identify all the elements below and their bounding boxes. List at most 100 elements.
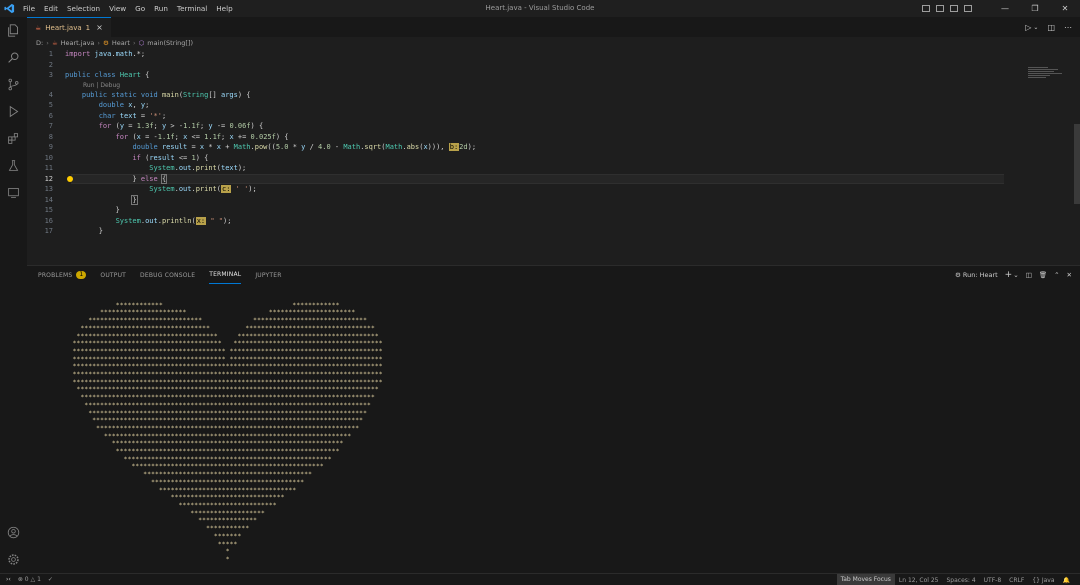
editor-tabs: ☕ Heart.java 1 × ▷ ⌄ ◫ ⋯ xyxy=(27,17,1080,37)
class-icon: ⚙ xyxy=(103,39,109,47)
close-window-button[interactable]: ✕ xyxy=(1050,4,1080,13)
breadcrumb-file[interactable]: Heart.java xyxy=(61,39,95,47)
toggle-panel-icon[interactable] xyxy=(936,5,944,12)
toggle-secondary-sidebar-icon[interactable] xyxy=(950,5,958,12)
explorer-icon[interactable] xyxy=(0,17,27,44)
tab-problem-count: 1 xyxy=(85,23,91,32)
code-line: 2 xyxy=(48,60,53,69)
tab-output[interactable]: OUTPUT xyxy=(100,266,126,284)
tab-label: Heart.java xyxy=(45,23,82,32)
panel-actions: ⚙ Run: Heart + ⌄ ◫ 🗑 ⌃ ✕ xyxy=(955,266,1072,284)
menu-run[interactable]: Run xyxy=(154,4,168,13)
problems-status[interactable]: ⊗ 0 △ 1 xyxy=(18,576,41,583)
tab-debug-console[interactable]: DEBUG CONSOLE xyxy=(140,266,195,284)
vscode-logo-icon xyxy=(0,0,18,17)
tab-terminal[interactable]: TERMINAL xyxy=(209,266,242,284)
tab-close-icon[interactable]: × xyxy=(96,23,103,32)
notifications-bell-icon[interactable]: 🔔 xyxy=(1059,577,1074,584)
breadcrumb: D: › ☕ Heart.java › ⚙ Heart › ⬡ main(String… xyxy=(36,39,194,47)
tab-jupyter[interactable]: JUPYTER xyxy=(255,266,281,284)
split-terminal-icon[interactable]: ◫ xyxy=(1026,271,1032,279)
menu-go[interactable]: Go xyxy=(135,4,145,13)
toggle-sidebar-icon[interactable] xyxy=(922,5,930,12)
menu-file[interactable]: File xyxy=(23,4,35,13)
error-icon: ⊗ xyxy=(17,576,23,583)
code-line: 6 char text = '*'; xyxy=(48,111,167,120)
terminal-output[interactable]: ************ ************ **************… xyxy=(53,294,383,585)
terminal-dropdown-chevron-icon[interactable]: ⌄ xyxy=(1013,271,1018,279)
account-icon[interactable] xyxy=(0,519,27,546)
java-file-icon: ☕ xyxy=(51,39,58,47)
run-java-icon[interactable]: ▷ xyxy=(1025,23,1031,32)
editor-area: ☕ Heart.java 1 × ▷ ⌄ ◫ ⋯ D: › ☕ Heart.jav… xyxy=(27,17,1080,265)
run-debug-icon[interactable] xyxy=(0,98,27,125)
split-editor-icon[interactable]: ◫ xyxy=(1047,23,1055,32)
code-line: 10 if (result <= 1) { xyxy=(44,153,209,162)
kill-terminal-icon[interactable]: 🗑 xyxy=(1039,271,1047,279)
source-control-icon[interactable] xyxy=(0,71,27,98)
search-icon[interactable] xyxy=(0,44,27,71)
extensions-icon[interactable] xyxy=(0,125,27,152)
code-line: 14 } xyxy=(44,194,138,205)
code-line: 1 import java.math.*; xyxy=(48,50,146,58)
code-line: 8 for (x = -1.1f; x <= 1.1f; x += 0.025f… xyxy=(48,132,289,141)
editor-scrollbar[interactable] xyxy=(1074,49,1080,265)
remote-explorer-icon[interactable] xyxy=(0,179,27,206)
problems-badge: 1 xyxy=(76,271,87,279)
code-line: 9 double result = x * x + Math.pow((5.0 … xyxy=(48,143,477,151)
breadcrumb-method[interactable]: main(String[]) xyxy=(147,39,193,47)
code-line: 15 } xyxy=(44,206,120,214)
more-actions-icon[interactable]: ⋯ xyxy=(1064,23,1072,32)
menu-view[interactable]: View xyxy=(109,4,126,13)
menu-terminal[interactable]: Terminal xyxy=(177,4,207,13)
warning-icon: △ xyxy=(30,576,36,583)
code-line: 4 public static void main(String[] args)… xyxy=(48,90,251,99)
code-line: 13 System.out.print(c: ' '); xyxy=(44,185,257,193)
maximize-panel-icon[interactable]: ⌃ xyxy=(1054,271,1059,279)
run-dropdown-chevron-icon[interactable]: ⌄ xyxy=(1033,24,1038,31)
current-code-line: 12 } else { xyxy=(27,173,1080,184)
code-line: 16 System.out.println(x: " "); xyxy=(44,216,232,225)
minimize-button[interactable]: — xyxy=(990,4,1020,13)
code-line: 3 public class Heart { xyxy=(48,71,150,79)
settings-gear-icon[interactable] xyxy=(0,546,27,573)
customize-layout-icon[interactable] xyxy=(964,5,972,12)
menu-selection[interactable]: Selection xyxy=(67,4,100,13)
cursor-position[interactable]: Ln 12, Col 25 xyxy=(895,577,943,584)
code-line: 17 } xyxy=(44,227,103,235)
remote-icon[interactable]: ›‹ xyxy=(6,576,11,583)
breadcrumb-class[interactable]: Heart xyxy=(112,39,130,47)
tab-heart-java[interactable]: ☕ Heart.java 1 × xyxy=(27,17,111,37)
title-bar: File Edit Selection View Go Run Terminal… xyxy=(0,0,1080,17)
tab-problems[interactable]: PROBLEMS 1 xyxy=(38,266,87,284)
code-line: 11 System.out.print(text); xyxy=(44,164,247,172)
menu-edit[interactable]: Edit xyxy=(44,4,58,13)
status-bar: ›‹ ⊗ 0 △ 1 ✓ Tab Moves Focus Ln 12, Col … xyxy=(0,573,1080,585)
activity-bar xyxy=(0,17,27,573)
panel-tabs: PROBLEMS 1 OUTPUT DEBUG CONSOLE TERMINAL … xyxy=(27,266,1080,284)
code-line: 7 for (y = 1.3f; y > -1.1f; y -= 0.06f) … xyxy=(48,122,264,130)
new-terminal-button[interactable]: + xyxy=(1005,270,1013,280)
tab-moves-focus[interactable]: Tab Moves Focus xyxy=(836,574,895,585)
breadcrumb-drive[interactable]: D: xyxy=(36,39,43,47)
code-editor[interactable]: 1 import java.math.*; 2 3 public class Hea… xyxy=(27,49,1080,265)
menu-help[interactable]: Help xyxy=(216,4,232,13)
encoding[interactable]: UTF-8 xyxy=(980,577,1006,584)
indentation[interactable]: Spaces: 4 xyxy=(942,577,979,584)
terminal-instance-label[interactable]: Run: Heart xyxy=(963,271,998,279)
notification-sync-icon[interactable]: ✓ xyxy=(48,576,53,583)
close-panel-icon[interactable]: ✕ xyxy=(1067,271,1072,279)
testing-icon[interactable] xyxy=(0,152,27,179)
terminal-gear-icon: ⚙ xyxy=(955,271,961,279)
method-icon: ⬡ xyxy=(138,39,145,47)
menu-bar: File Edit Selection View Go Run Terminal… xyxy=(23,4,233,13)
bottom-panel: PROBLEMS 1 OUTPUT DEBUG CONSOLE TERMINAL … xyxy=(27,265,1080,573)
codelens-run-debug[interactable]: Run | Debug xyxy=(27,81,1080,90)
minimap[interactable] xyxy=(1028,67,1064,87)
java-file-icon: ☕ xyxy=(35,23,42,32)
end-of-line[interactable]: CRLF xyxy=(1005,577,1028,584)
code-line: 5 double x, y; xyxy=(48,101,150,109)
language-mode[interactable]: {} Java xyxy=(1028,577,1058,584)
window-controls: — ❐ ✕ xyxy=(922,0,1080,17)
maximize-button[interactable]: ❐ xyxy=(1020,4,1050,13)
